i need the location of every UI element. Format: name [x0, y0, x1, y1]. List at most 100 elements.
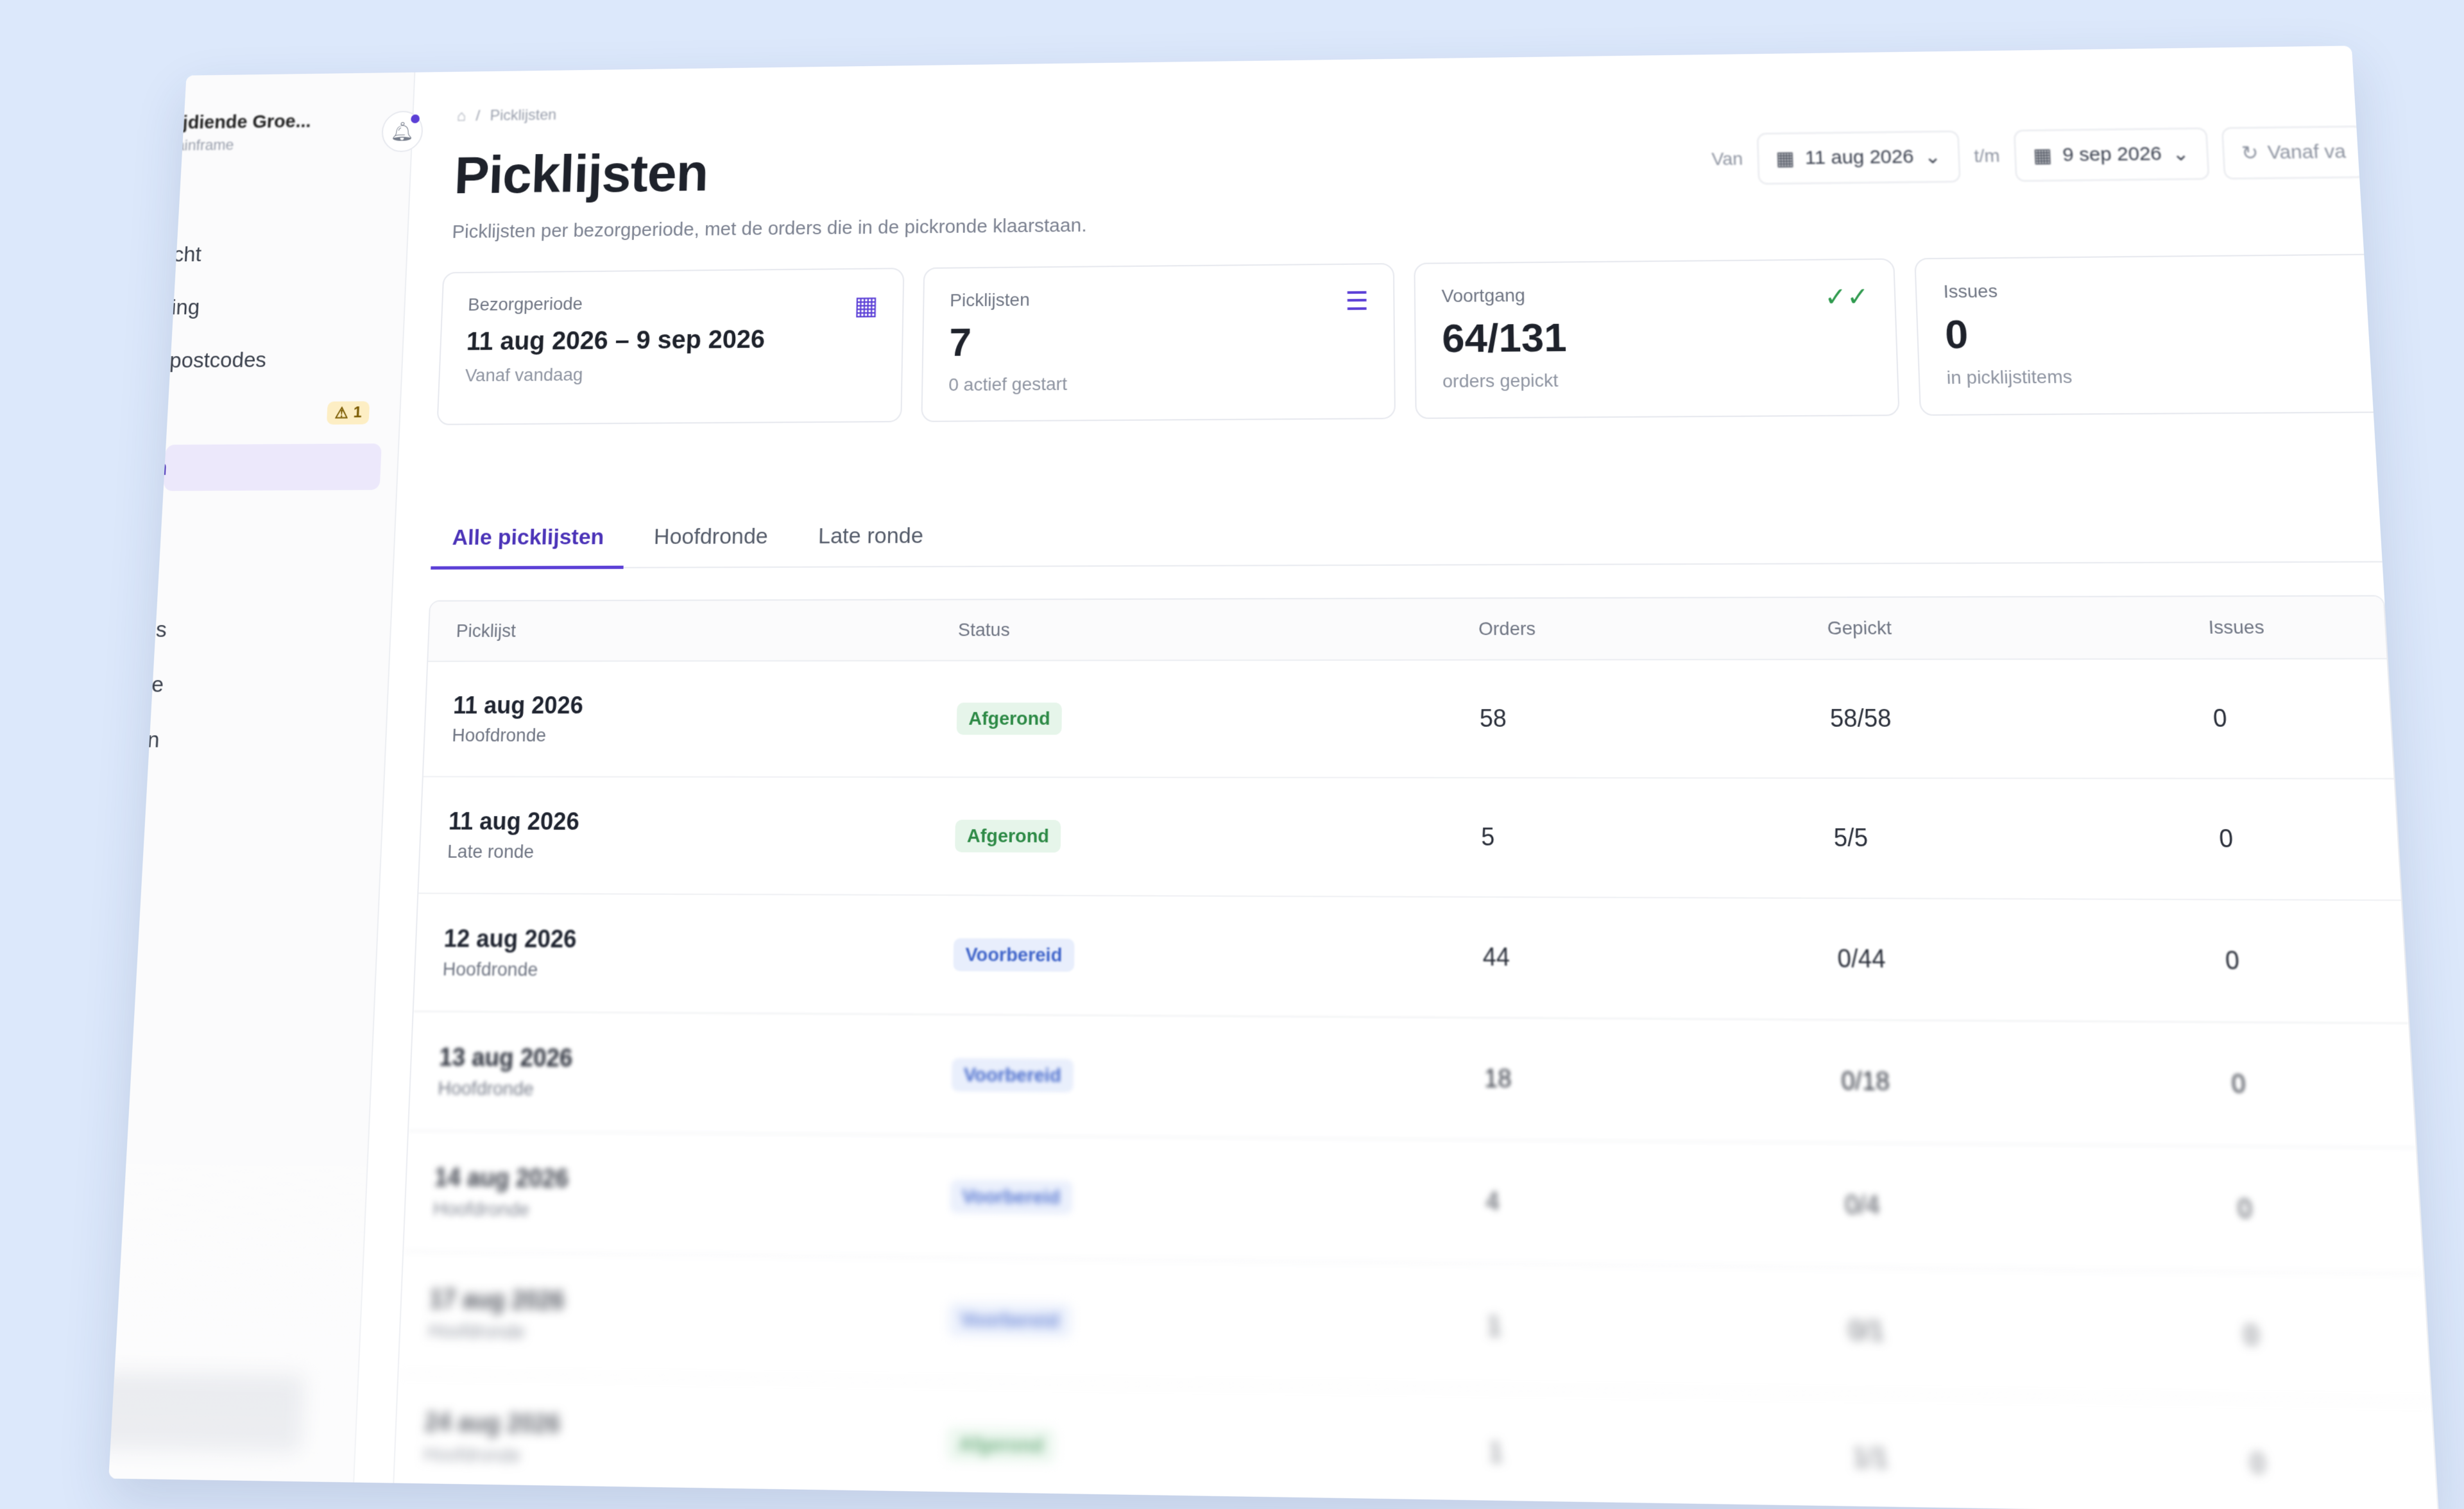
- card-note: Vanaf vandaag: [465, 362, 876, 386]
- row-orders: 44: [1482, 942, 1838, 973]
- stage: ijdiende Groe... ainframe erzicht anning…: [0, 0, 2464, 1386]
- table-row[interactable]: 13 aug 2026 Hoofdronde Voorbereid 18 0/18…: [409, 1012, 2416, 1148]
- card-value: 11 aug 2026 – 9 sep 2026: [466, 324, 877, 356]
- column-header-gepickt[interactable]: Gepickt: [1827, 617, 2209, 639]
- status-badge: Afgerond: [955, 820, 1061, 853]
- row-round: Hoofdronde: [428, 1320, 948, 1349]
- row-round: Hoofdronde: [432, 1198, 950, 1225]
- double-check-icon: ✓✓: [1824, 282, 1870, 312]
- row-orders: 4: [1485, 1187, 1845, 1220]
- row-round: Hoofdronde: [438, 1077, 952, 1104]
- row-orders: 5: [1481, 823, 1834, 852]
- breadcrumb-separator: /: [475, 107, 481, 124]
- calendar-icon: ▦: [854, 291, 878, 321]
- row-picked: 0/4: [1845, 1190, 2239, 1224]
- card-label: Issues: [1943, 277, 2379, 302]
- column-header-orders[interactable]: Orders: [1478, 617, 1827, 640]
- row-orders: 18: [1484, 1064, 1842, 1096]
- to-date-picker[interactable]: ▦ 9 sep 2026 ⌄: [2014, 128, 2209, 182]
- user-profile[interactable]: [108, 1372, 305, 1453]
- row-picked: 58/58: [1829, 704, 2214, 733]
- sidebar-item-overzicht[interactable]: erzicht: [175, 230, 391, 277]
- breadcrumb-current: Picklijsten: [490, 107, 557, 125]
- row-date: 14 aug 2026: [434, 1163, 950, 1197]
- sidebar-item-label: s & postcodes: [169, 348, 267, 373]
- sidebar-item-planning[interactable]: anning: [172, 283, 388, 330]
- table-row[interactable]: 12 aug 2026 Hoofdronde Voorbereid 44 0/44…: [414, 894, 2409, 1024]
- reset-from-today-button[interactable]: ↻ Vanaf va: [2221, 126, 2366, 180]
- org-switcher[interactable]: ijdiende Groe... ainframe: [176, 110, 382, 155]
- row-picked: 0/44: [1837, 944, 2226, 976]
- status-badge: Voorbereid: [950, 1179, 1072, 1215]
- reset-label: Vanaf va: [2267, 141, 2347, 164]
- sidebar-nav: erzicht anning s & postcodes ⚠1 sten s r…: [148, 222, 407, 772]
- sidebar-item-postcodes[interactable]: s & postcodes: [169, 336, 386, 384]
- sidebar-item-rapportage[interactable]: rtage: [151, 661, 372, 708]
- org-subtitle: ainframe: [176, 135, 381, 155]
- tab-late-ronde[interactable]: Late ronde: [797, 507, 945, 565]
- from-date-picker[interactable]: ▦ 11 aug 2026 ⌄: [1757, 131, 1961, 185]
- sidebar-item-label: ngen: [148, 727, 160, 753]
- row-issues: 0: [2243, 1320, 2428, 1353]
- status-badge: Afgerond: [946, 1427, 1056, 1463]
- bell-icon: 🔔︎: [390, 121, 415, 142]
- progress-card: Voortgang 64/131 orders gepickt ✓✓: [1414, 259, 1899, 419]
- status-badge: Voorbereid: [954, 938, 1075, 971]
- sidebar-item-label: rders: [155, 617, 167, 643]
- home-icon[interactable]: ⌂: [456, 108, 466, 125]
- refresh-icon: ↻: [2241, 142, 2259, 165]
- card-note: 0 actief gestart: [948, 371, 1368, 395]
- sidebar-item-issues[interactable]: ⚠ 1: [166, 389, 384, 437]
- row-issues: 0: [2218, 824, 2398, 854]
- checklist-icon: ☰: [1345, 287, 1369, 317]
- card-label: Voortgang: [1441, 282, 1867, 307]
- row-orders: 58: [1480, 704, 1831, 733]
- row-date: 17 aug 2026: [429, 1284, 948, 1320]
- picklist-tabs: Alle picklijsten Hoofdronde Late ronde: [431, 500, 2382, 569]
- sidebar-item-label: erzicht: [175, 242, 202, 267]
- row-picked: 0/1: [1849, 1315, 2245, 1351]
- from-date-value: 11 aug 2026: [1804, 146, 1914, 169]
- sidebar-item-picklijsten[interactable]: sten: [164, 443, 382, 491]
- sidebar-item-orders[interactable]: rders: [155, 606, 375, 653]
- row-picked: 1/1: [1852, 1442, 2252, 1479]
- issues-count-badge: ⚠ 1: [327, 401, 370, 424]
- row-date: 11 aug 2026: [448, 807, 955, 837]
- picklists-card: Picklijsten 7 0 actief gestart ☰: [921, 263, 1396, 422]
- column-header-issues[interactable]: Issues: [2208, 616, 2386, 638]
- breadcrumb: ⌂ / Picklijsten: [456, 107, 556, 125]
- chevron-down-icon: ⌄: [2172, 142, 2190, 166]
- tab-all-picklists[interactable]: Alle picklijsten: [431, 508, 625, 570]
- from-label: Van: [1711, 149, 1743, 170]
- tab-hoofdronde[interactable]: Hoofdronde: [633, 507, 789, 566]
- row-orders: 1: [1487, 1311, 1849, 1345]
- card-label: Picklijsten: [950, 287, 1367, 311]
- row-picked: 5/5: [1833, 824, 2220, 854]
- sidebar-item-routes[interactable]: s: [160, 498, 379, 545]
- card-value: 64/131: [1442, 312, 1870, 362]
- warning-icon: ⚠: [334, 404, 348, 422]
- sidebar-item-label: sten: [164, 456, 168, 481]
- table-row[interactable]: 11 aug 2026 Late ronde Afgerond 5 5/5 0: [418, 778, 2401, 901]
- status-badge: Voorbereid: [952, 1058, 1074, 1092]
- table-row[interactable]: 11 aug 2026 Hoofdronde Afgerond 58 58/58 …: [424, 660, 2394, 780]
- card-value: 0: [1944, 308, 2383, 358]
- row-date: 13 aug 2026: [439, 1043, 952, 1076]
- table-row[interactable]: 14 aug 2026 Hoofdronde Voorbereid 4 0/4 0: [404, 1132, 2423, 1275]
- status-badge: Voorbereid: [948, 1302, 1071, 1338]
- card-value: 7: [949, 316, 1368, 366]
- date-filters: Van ▦ 11 aug 2026 ⌄ t/m ▦ 9 sep 2026 ⌄ ↻…: [1711, 126, 2366, 185]
- column-header-picklijst[interactable]: Picklijst: [429, 619, 959, 642]
- sidebar-item-instellingen[interactable]: ngen: [148, 716, 370, 763]
- row-round: Hoofdronde: [452, 725, 957, 746]
- issues-card: Issues 0 in picklijstitems: [1914, 253, 2415, 416]
- row-date: 11 aug 2026: [452, 691, 957, 719]
- picklists-table: Picklijst Status Orders Gepickt Issues 1…: [392, 595, 2439, 1509]
- column-header-status[interactable]: Status: [958, 618, 1479, 641]
- app-window: ijdiende Groe... ainframe erzicht anning…: [108, 46, 2439, 1509]
- sidebar-item-label: anning: [172, 295, 200, 320]
- row-issues: 0: [2230, 1069, 2413, 1100]
- page-title: Picklijsten: [453, 142, 708, 205]
- row-round: Late ronde: [447, 841, 955, 864]
- card-note: orders gepickt: [1442, 368, 1871, 391]
